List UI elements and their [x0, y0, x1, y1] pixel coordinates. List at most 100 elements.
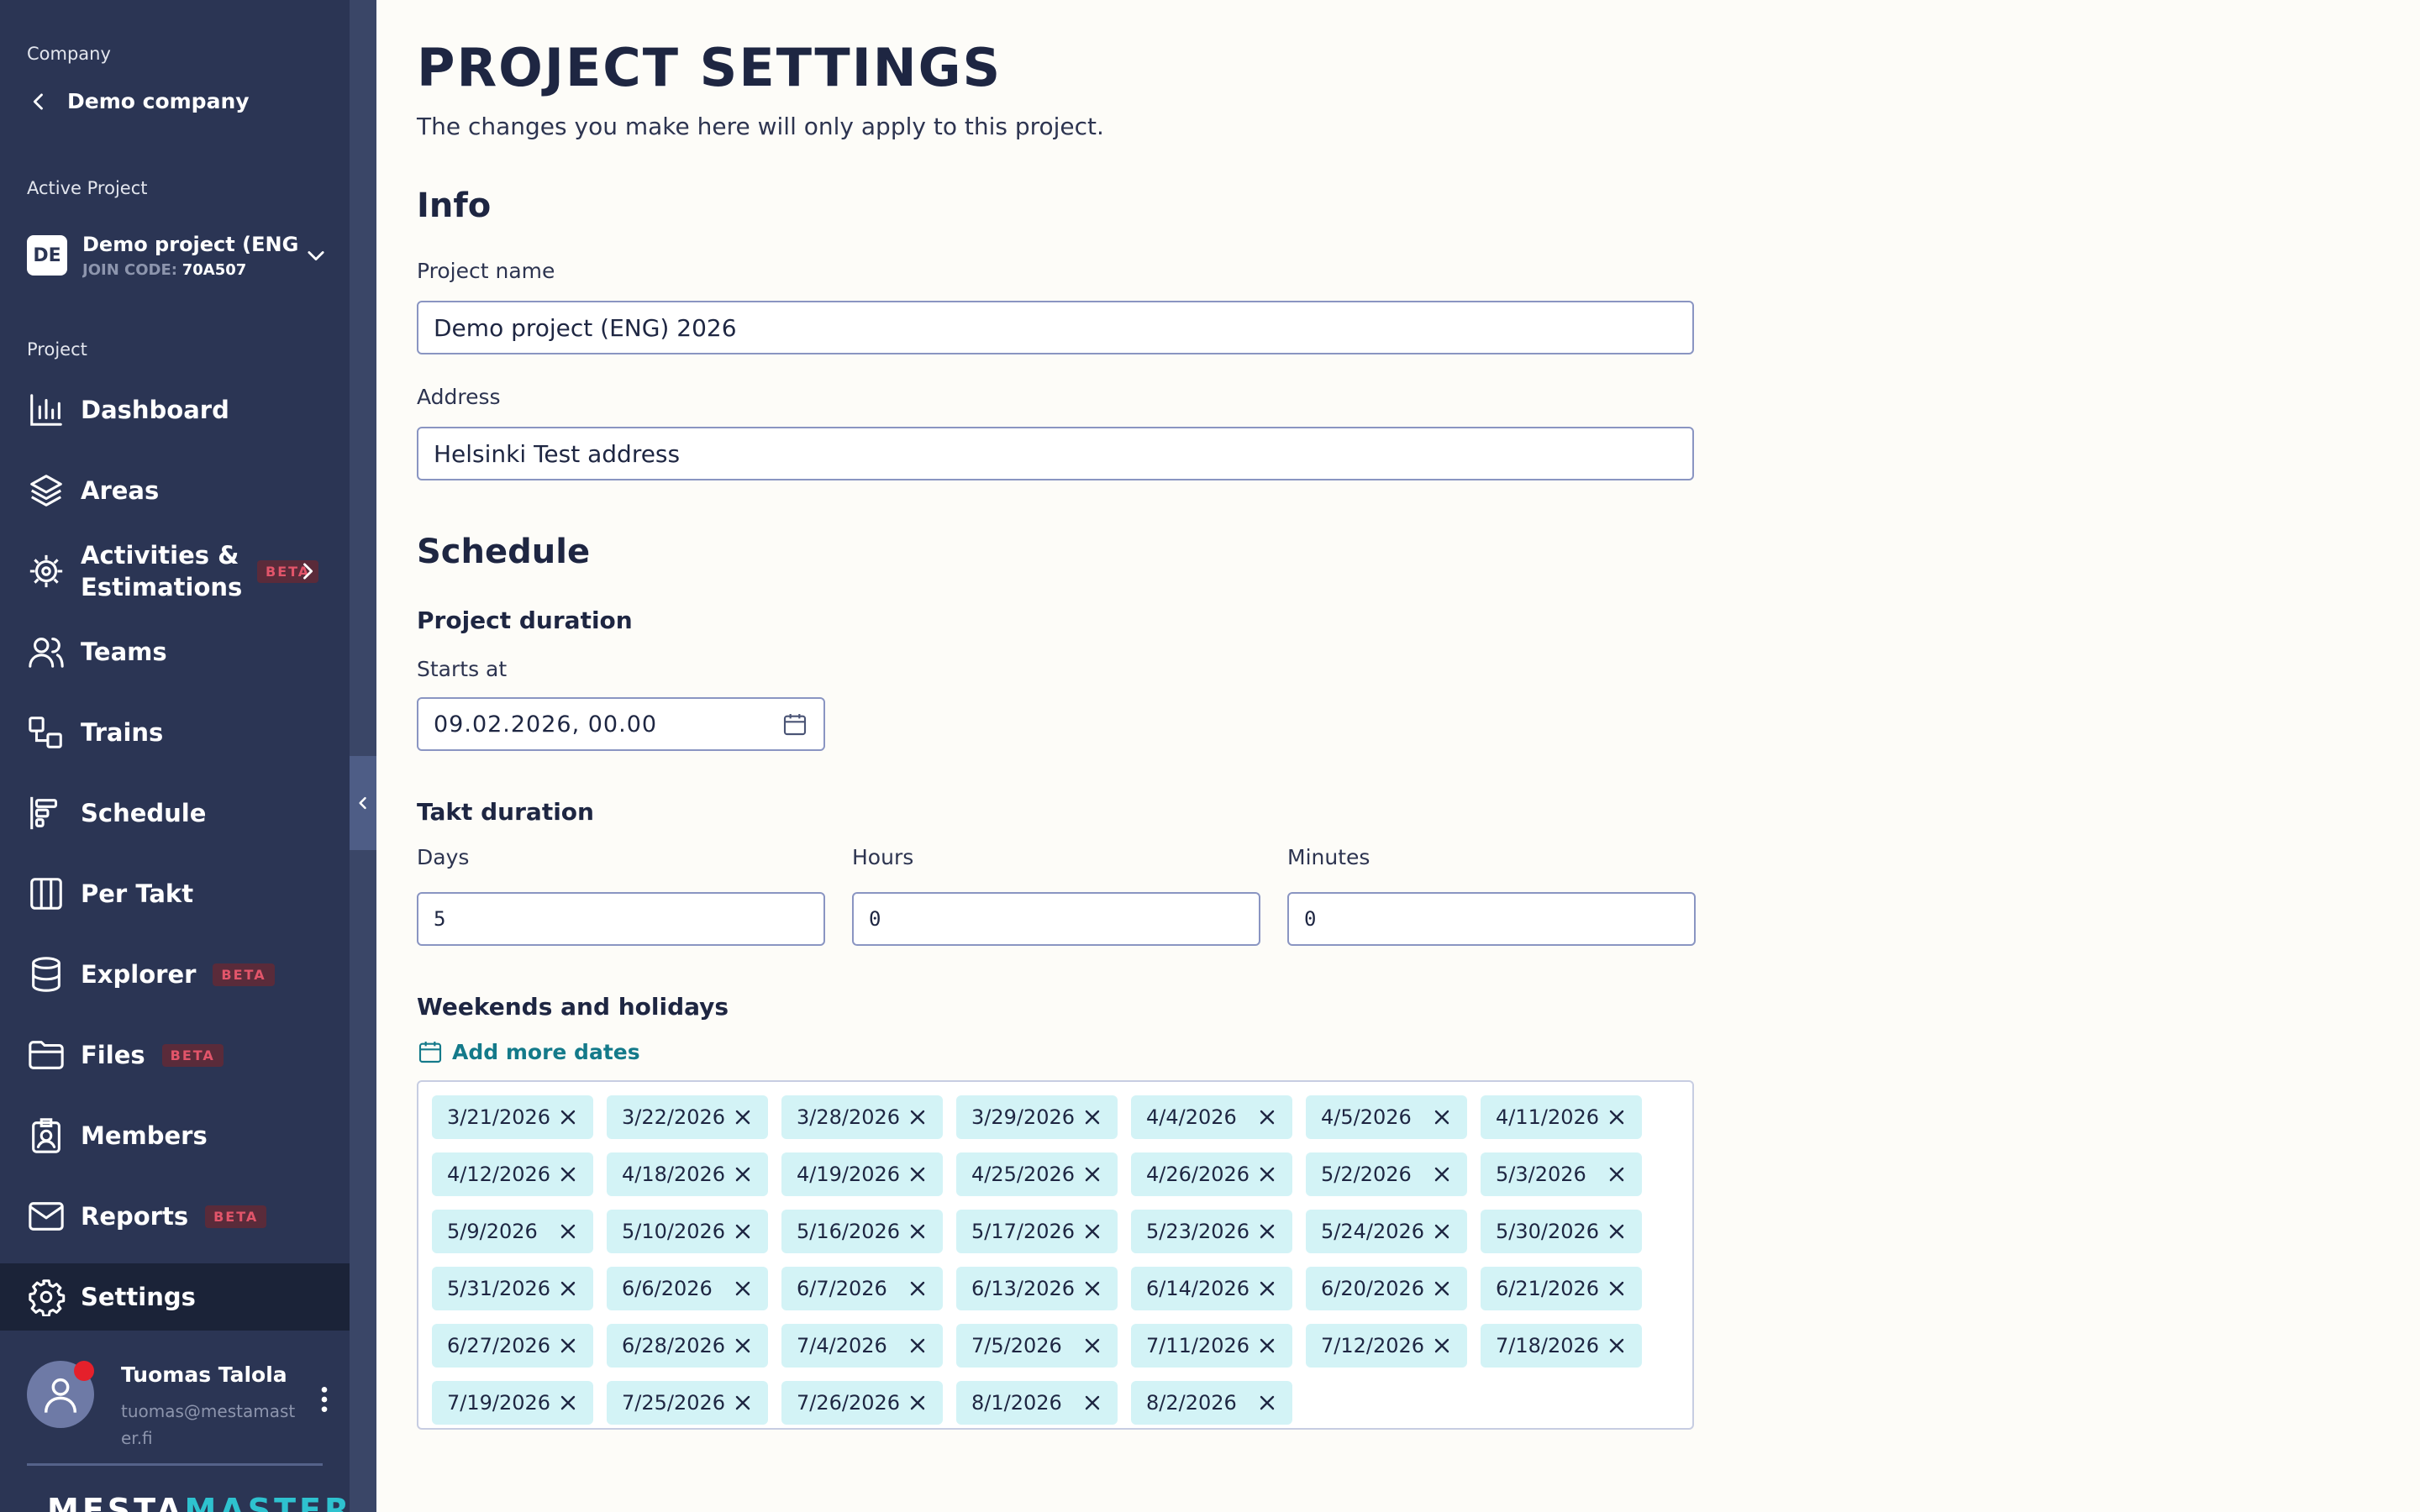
close-icon[interactable] — [1082, 1336, 1102, 1356]
close-icon[interactable] — [1432, 1278, 1452, 1299]
close-icon[interactable] — [733, 1336, 753, 1356]
sidebar-item-trains[interactable]: Trains — [0, 699, 350, 766]
holiday-chip: 6/27/2026 — [432, 1324, 593, 1368]
user-icon — [44, 1378, 77, 1413]
project-name-input[interactable] — [417, 301, 1694, 354]
calendar-icon[interactable] — [781, 711, 808, 738]
holiday-chip-date: 6/7/2026 — [797, 1277, 887, 1300]
close-icon[interactable] — [558, 1278, 578, 1299]
days-label: Days — [417, 845, 470, 869]
sidebar-divider — [27, 1463, 323, 1466]
company-back-link[interactable]: Demo company — [27, 89, 250, 113]
address-label: Address — [417, 385, 501, 409]
sidebar-item-files[interactable]: Files BETA — [0, 1021, 350, 1089]
close-icon[interactable] — [1082, 1393, 1102, 1413]
company-section-label: Company — [27, 44, 111, 64]
close-icon[interactable] — [1257, 1278, 1277, 1299]
holiday-chip: 5/3/2026 — [1481, 1152, 1642, 1196]
sidebar-item-per-takt[interactable]: Per Takt — [0, 860, 350, 927]
close-icon[interactable] — [733, 1278, 753, 1299]
close-icon[interactable] — [1257, 1221, 1277, 1242]
sidebar-item-schedule[interactable]: Schedule — [0, 780, 350, 847]
close-icon[interactable] — [1432, 1221, 1452, 1242]
holiday-chip: 3/21/2026 — [432, 1095, 593, 1139]
close-icon[interactable] — [1607, 1221, 1627, 1242]
close-icon[interactable] — [908, 1221, 928, 1242]
sidebar-item-members[interactable]: Members — [0, 1102, 350, 1169]
close-icon[interactable] — [558, 1221, 578, 1242]
close-icon[interactable] — [1607, 1278, 1627, 1299]
sidebar-item-areas[interactable]: Areas — [0, 457, 350, 524]
holiday-chip-date: 3/22/2026 — [622, 1105, 726, 1129]
holiday-chip-date: 5/31/2026 — [447, 1277, 551, 1300]
hours-input[interactable] — [852, 892, 1260, 946]
settings-main: PROJECT SETTINGS The changes you make he… — [417, 0, 2349, 1512]
holiday-chip-list: 3/21/2026 3/22/2026 3/28/2026 3/29/2026 4/4/… — [417, 1080, 1694, 1430]
hours-label: Hours — [852, 845, 914, 869]
sidebar-item-dashboard[interactable]: Dashboard — [0, 376, 350, 444]
holiday-chip-date: 7/26/2026 — [797, 1391, 901, 1415]
close-icon[interactable] — [1432, 1164, 1452, 1184]
close-icon[interactable] — [1607, 1164, 1627, 1184]
close-icon[interactable] — [908, 1393, 928, 1413]
close-icon[interactable] — [908, 1278, 928, 1299]
close-icon[interactable] — [1607, 1336, 1627, 1356]
close-icon[interactable] — [908, 1107, 928, 1127]
holiday-chip: 6/20/2026 — [1306, 1267, 1467, 1310]
close-icon[interactable] — [1432, 1107, 1452, 1127]
close-icon[interactable] — [1257, 1107, 1277, 1127]
holiday-chip-date: 3/29/2026 — [971, 1105, 1076, 1129]
holiday-chip-date: 6/6/2026 — [622, 1277, 713, 1300]
address-input[interactable] — [417, 427, 1694, 480]
holiday-chip-date: 7/5/2026 — [971, 1334, 1062, 1357]
close-icon[interactable] — [558, 1393, 578, 1413]
schedule-heading: Schedule — [417, 533, 591, 571]
holiday-chip: 7/19/2026 — [432, 1381, 593, 1425]
holiday-chip-date: 7/25/2026 — [622, 1391, 726, 1415]
close-icon[interactable] — [908, 1336, 928, 1356]
holiday-chip: 5/9/2026 — [432, 1210, 593, 1253]
close-icon[interactable] — [558, 1107, 578, 1127]
starts-at-input[interactable]: 09.02.2026, 00.00 — [417, 697, 825, 751]
collapse-sidebar-button[interactable] — [350, 756, 376, 850]
holiday-chip-date: 7/18/2026 — [1496, 1334, 1600, 1357]
close-icon[interactable] — [1082, 1278, 1102, 1299]
add-more-dates-button[interactable]: Add more dates — [417, 1038, 640, 1065]
close-icon[interactable] — [1082, 1107, 1102, 1127]
close-icon[interactable] — [1257, 1336, 1277, 1356]
close-icon[interactable] — [1082, 1221, 1102, 1242]
close-icon[interactable] — [558, 1164, 578, 1184]
holiday-chip: 5/23/2026 — [1131, 1210, 1292, 1253]
holiday-chip: 4/26/2026 — [1131, 1152, 1292, 1196]
more-vertical-icon[interactable] — [311, 1383, 338, 1416]
holiday-chip: 4/19/2026 — [781, 1152, 943, 1196]
sidebar-item-settings[interactable]: Settings — [0, 1263, 350, 1331]
close-icon[interactable] — [733, 1221, 753, 1242]
sidebar-item-reports[interactable]: Reports BETA — [0, 1183, 350, 1250]
holiday-chip-date: 5/24/2026 — [1321, 1220, 1425, 1243]
holiday-chip: 6/7/2026 — [781, 1267, 943, 1310]
holiday-chip: 4/18/2026 — [607, 1152, 768, 1196]
close-icon[interactable] — [1082, 1164, 1102, 1184]
close-icon[interactable] — [1607, 1107, 1627, 1127]
user-email: tuomas@mestamaster.fi — [121, 1401, 296, 1448]
minutes-input[interactable] — [1287, 892, 1696, 946]
holiday-chip: 6/28/2026 — [607, 1324, 768, 1368]
sidebar-item-explorer[interactable]: Explorer BETA — [0, 941, 350, 1008]
close-icon[interactable] — [1432, 1336, 1452, 1356]
database-icon — [27, 955, 66, 994]
holiday-chip-date: 5/30/2026 — [1496, 1220, 1600, 1243]
sidebar-item-teams[interactable]: Teams — [0, 618, 350, 685]
close-icon[interactable] — [558, 1336, 578, 1356]
close-icon[interactable] — [1257, 1164, 1277, 1184]
users-icon — [27, 633, 66, 671]
project-switcher[interactable]: DE Demo project (ENG) 2026 JOIN CODE: 70… — [27, 227, 329, 284]
days-input[interactable] — [417, 892, 825, 946]
sidebar-item-activities[interactable]: Activities & Estimations BETA — [0, 538, 350, 605]
close-icon[interactable] — [733, 1164, 753, 1184]
close-icon[interactable] — [908, 1164, 928, 1184]
close-icon[interactable] — [733, 1393, 753, 1413]
close-icon[interactable] — [733, 1107, 753, 1127]
holiday-chip: 7/5/2026 — [956, 1324, 1118, 1368]
close-icon[interactable] — [1257, 1393, 1277, 1413]
